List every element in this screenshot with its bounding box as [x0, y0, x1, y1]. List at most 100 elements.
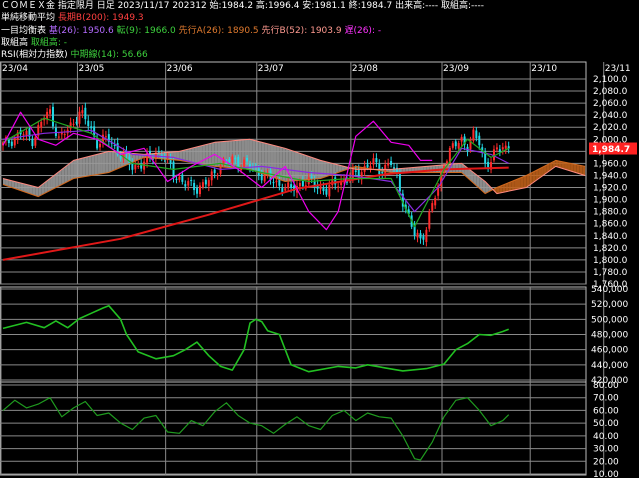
candle-body — [175, 178, 178, 180]
sma-legend: 単純移動平均 長期B(200): 1949.3 — [1, 12, 144, 25]
cloud-segment — [579, 165, 583, 175]
cloud-segment — [91, 155, 95, 176]
x-tick-label: 23/06 — [167, 64, 193, 74]
cloud-segment — [273, 145, 277, 179]
price-tick-label: 1,800.0 — [593, 256, 628, 266]
candle-body — [157, 151, 160, 153]
candle-body — [260, 173, 263, 181]
candle-body — [287, 182, 290, 189]
candle-body — [301, 180, 304, 187]
candle-body — [75, 121, 78, 124]
candle-body — [275, 180, 278, 183]
candle-body — [134, 164, 137, 170]
candle-body — [81, 110, 84, 114]
oi-tick-label: 500,000 — [591, 315, 628, 325]
candle-body — [416, 232, 419, 238]
candle-body — [345, 181, 348, 183]
candle-body — [325, 188, 328, 195]
candle-body — [46, 111, 49, 120]
cloud-segment — [67, 162, 71, 182]
quote-summary: ＣＯＭＥＸ金 指定限月 日足 2023/11/17 202312 始:1984.… — [1, 0, 484, 13]
candle-body — [213, 169, 216, 174]
quote-line: ＣＯＭＥＸ金 指定限月 日足 2023/11/17 202312 始:1984.… — [1, 1, 484, 11]
candle-body — [131, 163, 134, 170]
rsi-line — [2, 397, 510, 461]
cloud-segment — [94, 154, 98, 175]
last-price-label: 1,984.7 — [592, 145, 630, 155]
cloud-segment — [261, 142, 265, 175]
candle-body — [278, 179, 281, 186]
candle-body — [137, 166, 140, 168]
cloud-segment — [323, 161, 327, 178]
candle-body — [319, 186, 322, 190]
candle-body — [487, 161, 490, 168]
oi-tick-label: 480,000 — [591, 331, 628, 341]
candle-body — [281, 188, 284, 193]
candle-body — [246, 157, 249, 162]
candle-body — [504, 145, 507, 149]
cloud-segment — [208, 143, 212, 166]
candle-body — [425, 229, 428, 243]
candle-body — [422, 236, 425, 240]
cloud-segment — [82, 157, 86, 177]
candle-body — [99, 143, 102, 148]
open-interest-line — [2, 304, 509, 373]
ichimoku-label: 一目均衡表 — [1, 26, 47, 36]
cloud-segment — [205, 143, 209, 166]
sma200-line — [2, 166, 509, 261]
cloud-segment — [85, 156, 89, 177]
candle-body — [495, 147, 498, 150]
rsi-tick-label: 60.00 — [593, 406, 619, 416]
rsi-label: RSI(相対力指数) — [1, 50, 68, 60]
candle-body — [119, 156, 122, 159]
candle-body — [231, 156, 234, 163]
cloud-segment — [291, 150, 295, 181]
candle-body — [234, 157, 237, 160]
cloud-segment — [297, 152, 300, 181]
cloud-segment — [576, 164, 580, 174]
x-tick-label: 23/04 — [2, 64, 28, 74]
cloud-segment — [102, 152, 106, 174]
candle-body — [298, 182, 301, 187]
candle-body — [69, 122, 72, 129]
rsi-tick-label: 20.00 — [593, 457, 619, 467]
candle-body — [310, 176, 313, 179]
rsi-tick-label: 80.00 — [593, 381, 619, 391]
cloud-segment — [70, 160, 74, 180]
cloud-segment — [108, 151, 112, 173]
price-tick-label: 1,820.0 — [593, 244, 628, 254]
candle-body — [51, 106, 54, 127]
oi-tick-label: 520,000 — [591, 300, 628, 310]
candle-body — [460, 136, 463, 142]
candle-body — [457, 143, 460, 149]
candle-body — [187, 181, 190, 186]
candle-body — [387, 163, 390, 166]
x-tick-label: 23/07 — [258, 64, 284, 74]
candle-body — [178, 176, 181, 180]
candle-body — [390, 161, 393, 166]
cloud-segment — [573, 164, 577, 173]
candle-body — [398, 172, 401, 192]
cloud-segment — [317, 159, 321, 179]
ichimoku-legend: 一目均衡表 基(26): 1950.6 転(9): 1966.0 先行A(26)… — [1, 25, 381, 38]
candle-body — [366, 164, 369, 168]
x-tick-label: 23/05 — [78, 64, 104, 74]
rsi-tick-label: 40.00 — [593, 432, 619, 442]
candle-body — [34, 137, 37, 146]
cloud-segment — [514, 179, 518, 190]
senkou-a-value: 先行A(26): 1890.5 — [178, 26, 259, 36]
price-tick-label: 1,860.0 — [593, 220, 628, 230]
cloud-segment — [194, 146, 198, 164]
x-tick-label: 23/09 — [443, 64, 469, 74]
sma-value: 長期B(200): 1949.3 — [57, 13, 144, 23]
candle-body — [22, 134, 25, 136]
candle-body — [104, 136, 107, 138]
cloud-segment — [520, 176, 524, 189]
candle-body — [7, 139, 10, 144]
candle-body — [284, 188, 287, 191]
rsi-tick-label: 50.00 — [593, 419, 619, 429]
price-tick-label: 2,060.0 — [593, 99, 628, 109]
chikou-value: 遅(26): - — [344, 26, 382, 36]
candle-body — [337, 186, 340, 188]
candle-body — [40, 121, 43, 128]
